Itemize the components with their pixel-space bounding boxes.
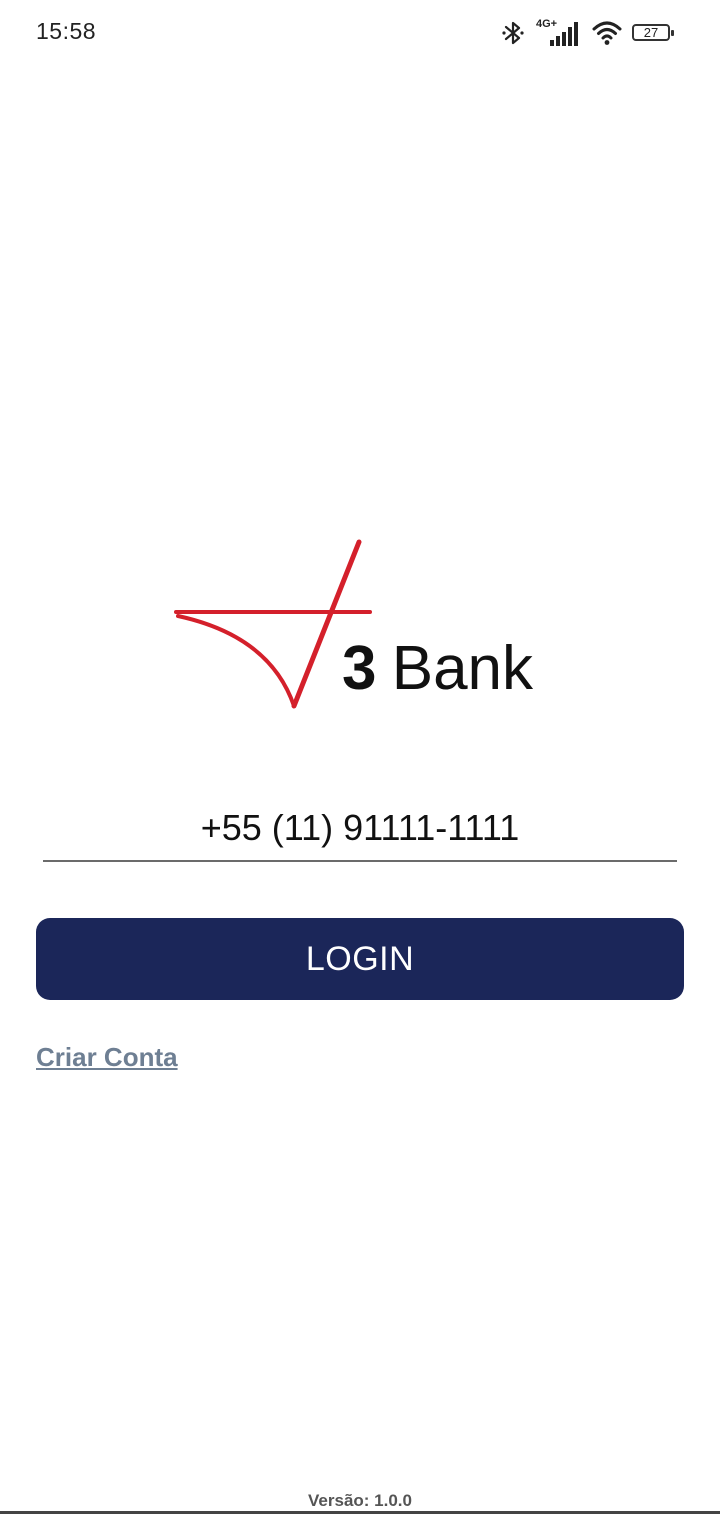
battery-icon: 27 [632, 22, 676, 44]
status-time: 15:58 [36, 18, 97, 44]
login-button[interactable]: LOGIN [36, 918, 684, 1000]
create-account-link[interactable]: Criar Conta [36, 1042, 178, 1073]
bluetooth-icon [502, 20, 524, 46]
logo-number: 3 [342, 634, 376, 703]
status-bar: 15:58 4G+ 27 [0, 0, 720, 66]
wifi-icon [592, 20, 622, 46]
version-label: Versão: 1.0.0 [308, 1491, 412, 1510]
logo-name: Bank [391, 634, 534, 703]
status-icons: 4G+ 27 [502, 18, 676, 48]
cellular-signal-icon: 4G+ [534, 18, 582, 48]
login-screen: 15:58 4G+ 27 3 Bank +55 (11) 91111-1111 … [0, 0, 720, 1514]
app-logo: 3 Bank [170, 536, 550, 716]
logo-wordmark: 3 Bank [342, 633, 533, 704]
phone-input[interactable] [43, 796, 677, 862]
battery-level: 27 [643, 25, 659, 40]
